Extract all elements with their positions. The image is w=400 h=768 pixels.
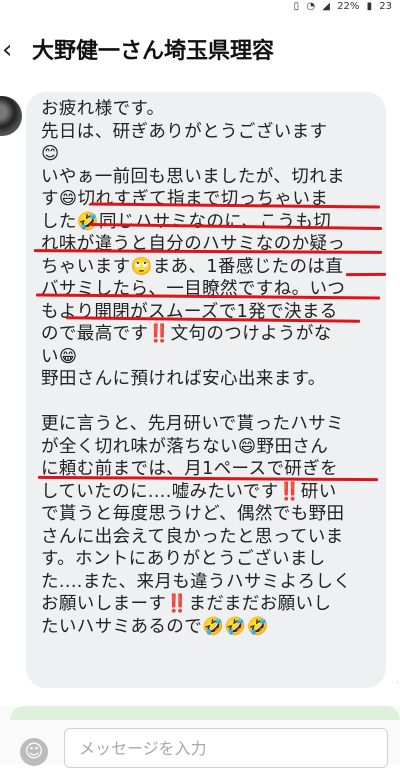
message-line: いやぁ一前回も思いましたが、切れま [41,166,345,187]
battery-icon: ▮ [366,1,373,12]
message-line: ので最高です‼️文句のつけようがな [41,324,332,344]
message-line: い😁 [41,346,78,367]
message-line: 更に言うと、先月研いで貰ったハサミ [41,414,345,434]
message-line: たいハサミあるので🤣🤣🤣 [41,616,269,637]
message-line: さんに出会えて良かったと思っていま [41,526,344,547]
notification-strip [10,706,400,720]
avatar[interactable] [0,96,22,136]
message-line: お願いしまーす‼️まだまだお願いし [41,594,332,614]
message-line [41,391,379,414]
message-line: が全く切れ味が落ちない😄野田さん [41,436,329,457]
vibrate-icon: ▯ [293,1,300,12]
composer-bar: ☺ [0,706,400,768]
message-line: で貰うと毎度思うけど、偶然でも野田 [41,504,345,524]
clock: 23 [379,1,392,12]
battery-level: 22% [337,1,360,12]
contact-name: 大野健一さん埼玉県理容 [32,39,275,64]
message-line: 先日は、研ぎありがとうございます [41,121,328,142]
message-line: していたのに....嘘みたいです‼️研い [41,481,337,502]
message-line: た....また、来月も違うハサミよろしく [41,571,352,592]
status-icons: ▯ ◔ ◢ 22% ▮ 23 [290,1,392,12]
message-line: 😊 [41,144,60,164]
message-bubble[interactable]: お疲れ様です。 先日は、研ぎありがとうございます 😊 いやぁ一前回も思いましたが、切れ… [26,92,387,688]
status-bar: ▯ ◔ ◢ 22% ▮ 23 [0,0,400,16]
message-line: した🤣同じハサミなのに、こうも切 [41,211,332,232]
message-line: す。ホントにありがとうございまし [41,549,326,569]
message-text: お疲れ様です。 先日は、研ぎありがとうございます 😊 いやぁ一前回も思いましたが、切れ… [41,98,379,638]
wifi-icon: ◔ [306,1,316,12]
back-arrow-icon[interactable]: ‹ [0,32,30,68]
chat-header: ‹ 大野健一さん埼玉県理容 [0,16,400,87]
edge-mark: · [396,678,399,688]
message-line: お疲れ様です。 [41,99,165,119]
smiley-icon[interactable]: ☺ [20,738,48,766]
message-line: ちゃいます🙄まあ、1番感じたのは直 [41,256,344,277]
signal-icon: ◢ [322,1,330,12]
message-input[interactable] [64,728,388,768]
chat-area[interactable]: お疲れ様です。 先日は、研ぎありがとうございます 😊 いやぁ一前回も思いましたが、切れ… [0,86,400,704]
message-line: 野田さんに預ければ安心出来ます。 [41,369,326,389]
highlight-underline [345,272,387,277]
